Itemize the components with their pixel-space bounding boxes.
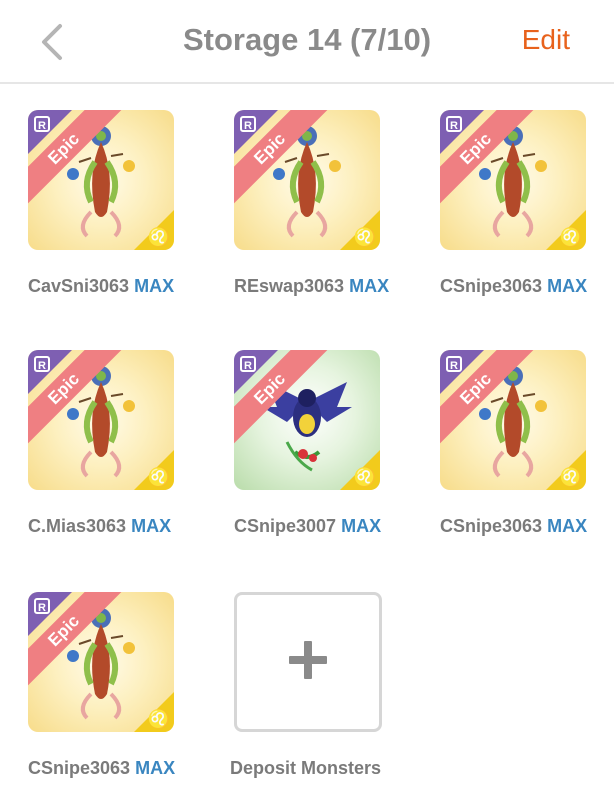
level-max: MAX xyxy=(134,276,175,296)
rank-badge-icon: R xyxy=(446,116,462,132)
monster-label: CSnipe3063 MAX xyxy=(28,758,218,779)
deposit-button[interactable] xyxy=(234,592,382,732)
rank-badge-icon: R xyxy=(240,116,256,132)
monster-card[interactable]: Epic R ♌ xyxy=(28,350,174,490)
leo-icon: ♌ xyxy=(147,467,170,487)
monster-name: C.Mias3063 xyxy=(28,516,127,536)
monster-card[interactable]: Epic R ♌ xyxy=(28,592,174,732)
monster-card[interactable]: Epic R ♌ xyxy=(234,110,380,250)
level-max: MAX xyxy=(135,758,176,778)
monster-name: CSnipe3063 xyxy=(28,758,131,778)
rank-badge-icon: R xyxy=(34,116,50,132)
monster-label: CSnipe3063 MAX xyxy=(440,516,614,537)
monster-name: CSnipe3063 xyxy=(440,276,543,296)
leo-icon: ♌ xyxy=(559,227,582,247)
monster-name: CavSni3063 xyxy=(28,276,130,296)
level-max: MAX xyxy=(341,516,382,536)
leo-icon: ♌ xyxy=(353,227,376,247)
deposit-label: Deposit Monsters xyxy=(230,758,382,778)
monster-card[interactable]: Epic R ♌ xyxy=(28,110,174,250)
monster-label: CSnipe3007 MAX xyxy=(234,516,424,537)
rank-badge-icon: R xyxy=(446,356,462,372)
rank-badge-icon: R xyxy=(240,356,256,372)
monster-name: CSnipe3063 xyxy=(440,516,543,536)
level-max: MAX xyxy=(547,276,588,296)
monster-name: CSnipe3007 xyxy=(234,516,337,536)
leo-icon: ♌ xyxy=(147,227,170,247)
monster-card[interactable]: Epic R ♌ xyxy=(234,350,380,490)
monster-name: REswap3063 xyxy=(234,276,345,296)
plus-icon xyxy=(289,641,327,679)
monster-label: CavSni3063 MAX xyxy=(28,276,218,297)
edit-button[interactable]: Edit xyxy=(522,24,570,56)
leo-icon: ♌ xyxy=(147,709,170,729)
rank-badge-icon: R xyxy=(34,356,50,372)
level-max: MAX xyxy=(547,516,588,536)
monster-label: C.Mias3063 MAX xyxy=(28,516,218,537)
monster-card[interactable]: Epic R ♌ xyxy=(440,350,586,490)
level-max: MAX xyxy=(349,276,390,296)
top-bar: Storage 14 (7/10) Edit xyxy=(0,0,614,84)
leo-icon: ♌ xyxy=(353,467,376,487)
leo-icon: ♌ xyxy=(559,467,582,487)
rank-badge-icon: R xyxy=(34,598,50,614)
monster-label: REswap3063 MAX xyxy=(234,276,424,297)
monster-card[interactable]: Epic R ♌ xyxy=(440,110,586,250)
monster-label: CSnipe3063 MAX xyxy=(440,276,614,297)
level-max: MAX xyxy=(131,516,172,536)
